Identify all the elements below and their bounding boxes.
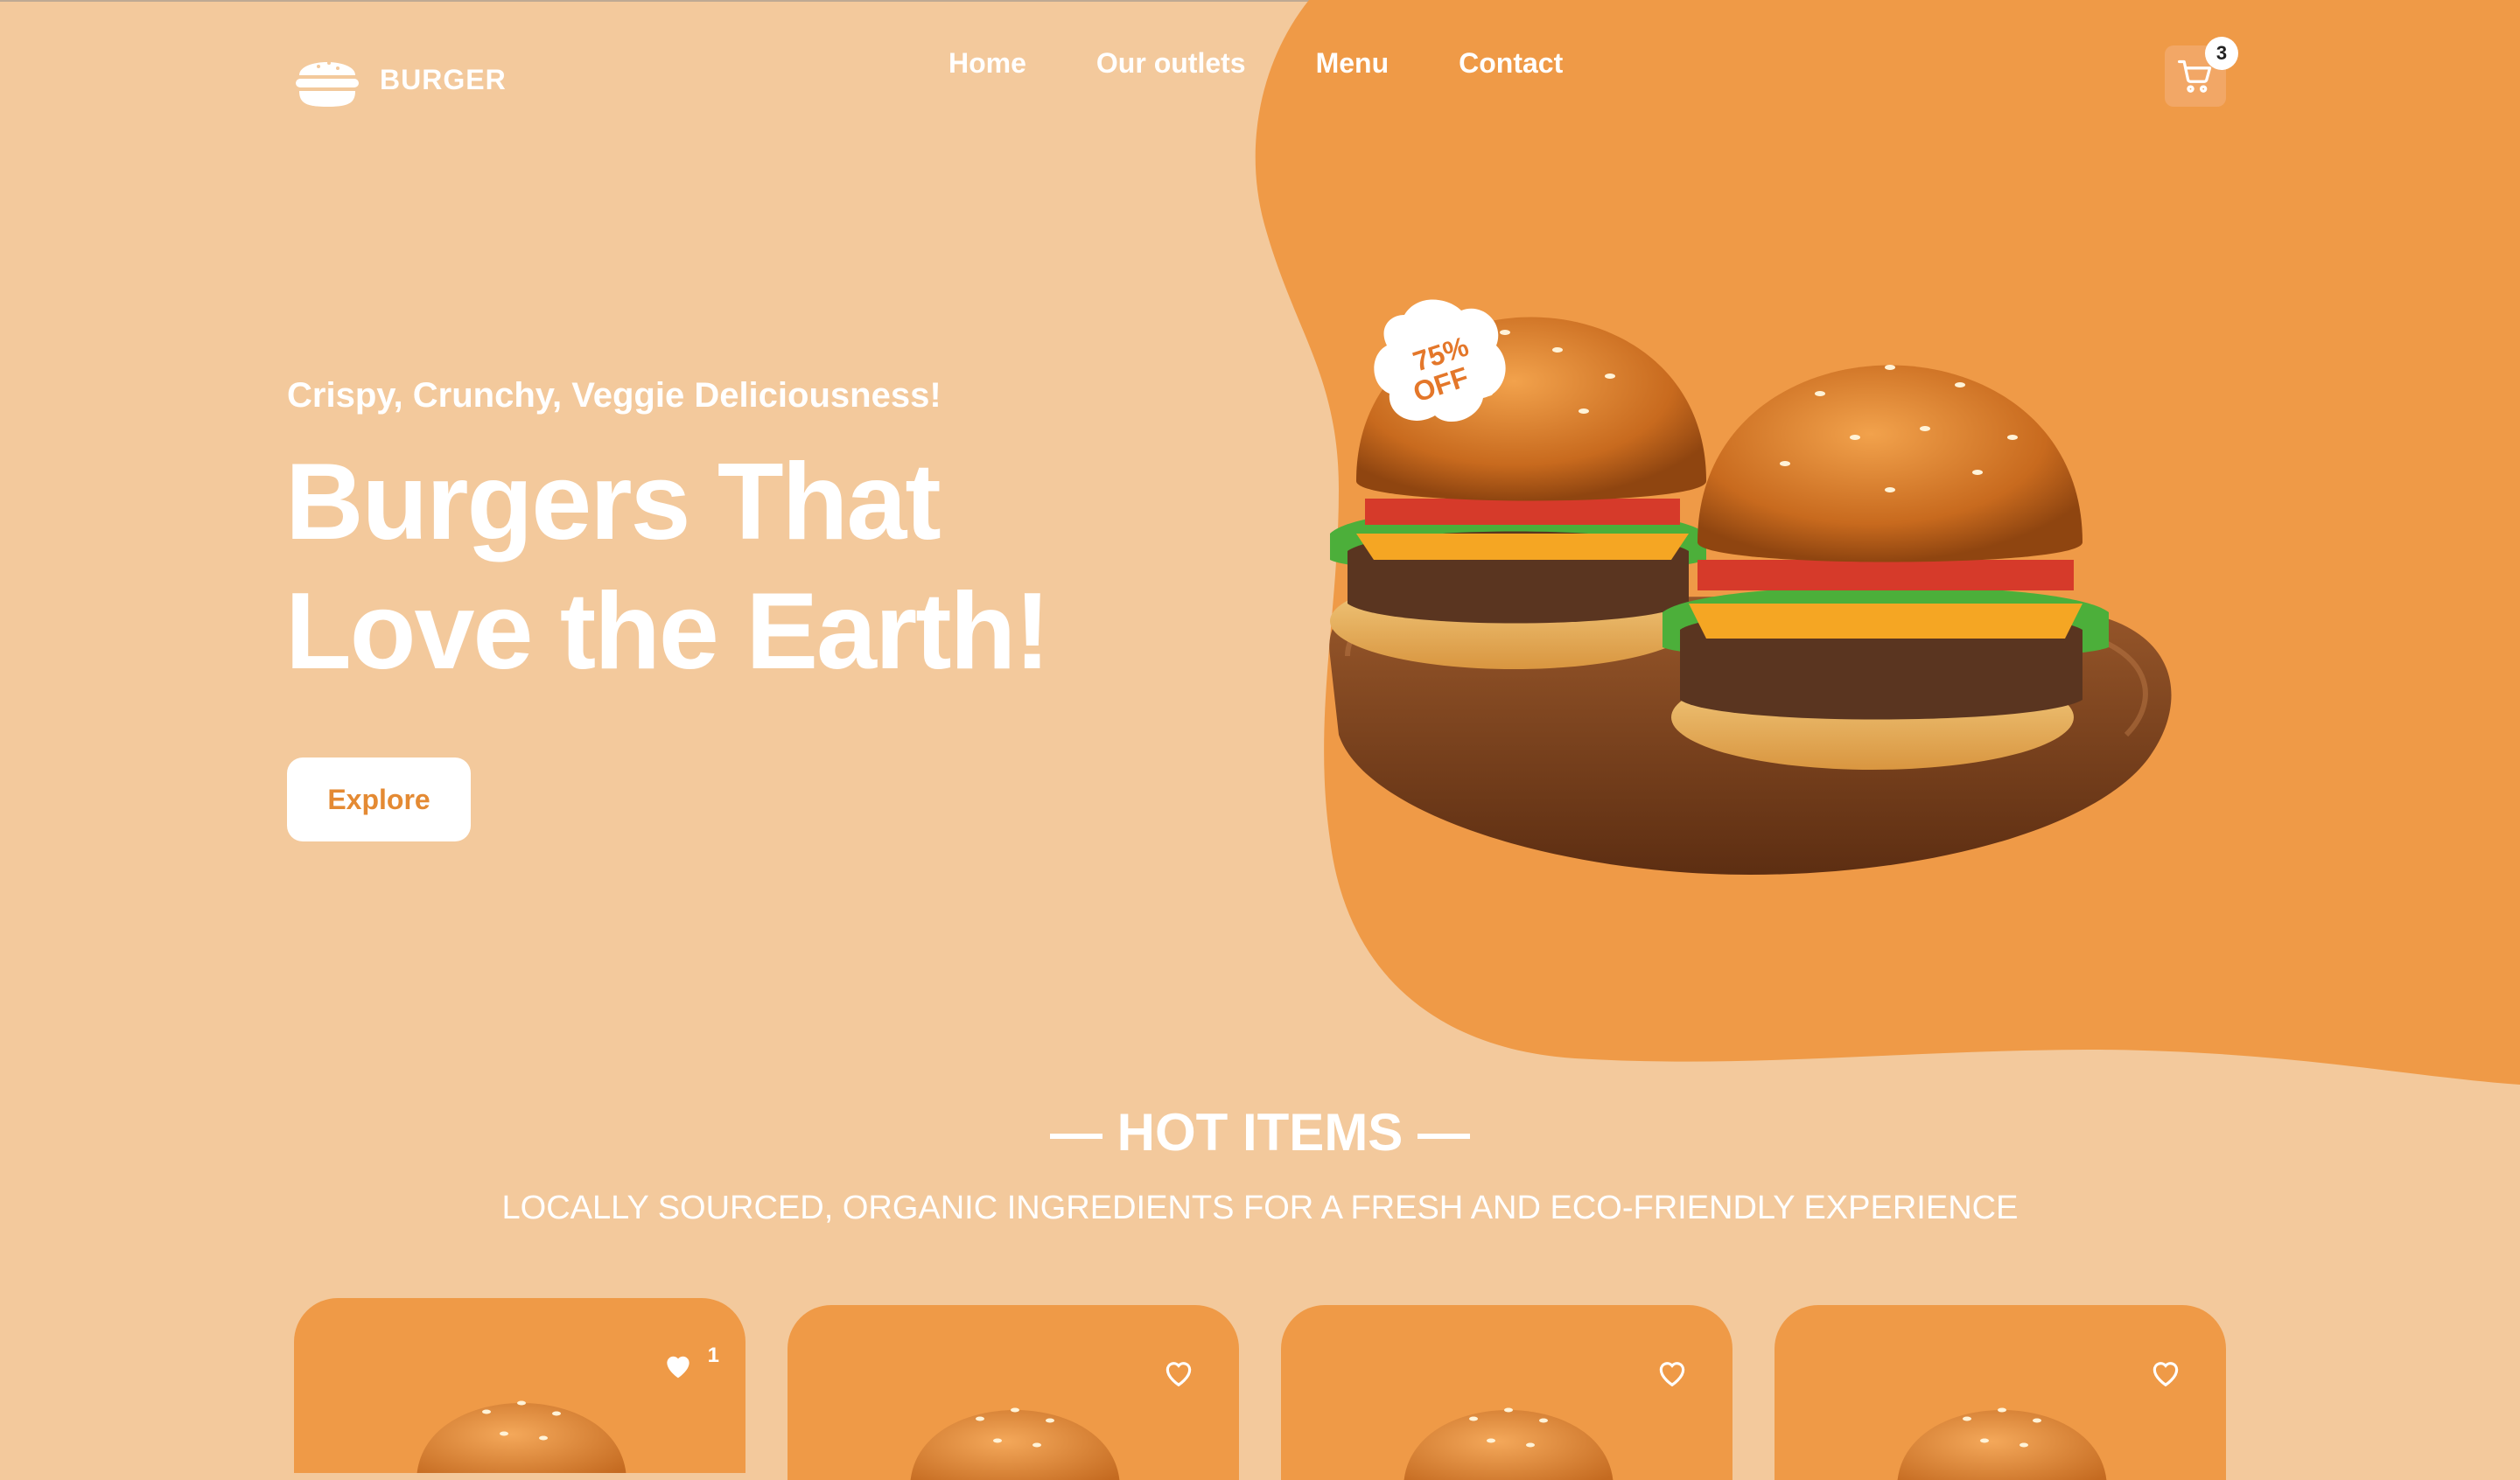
product-card[interactable] bbox=[1281, 1305, 1732, 1480]
main-nav: Home Our outlets Menu Contact bbox=[948, 47, 1633, 80]
heart-outline-icon[interactable] bbox=[1162, 1356, 1195, 1389]
hero-tagline: Crispy, Crunchy, Veggie Deliciousness! bbox=[287, 376, 942, 415]
hero-burgers-image: 75% OFF bbox=[1329, 299, 2172, 875]
hero-headline-line-2: Love the Earth! bbox=[285, 571, 1051, 692]
heart-outline-icon[interactable] bbox=[2149, 1356, 2182, 1389]
product-card[interactable]: 1 bbox=[294, 1298, 746, 1473]
product-image bbox=[1404, 1407, 1614, 1480]
brand-logo[interactable]: BURGER bbox=[292, 49, 507, 110]
nav-contact[interactable]: Contact bbox=[1459, 47, 1563, 80]
like-count: 1 bbox=[707, 1344, 719, 1367]
nav-home[interactable]: Home bbox=[948, 47, 1026, 80]
heart-outline-icon[interactable] bbox=[1656, 1356, 1689, 1389]
product-card[interactable] bbox=[1774, 1305, 2226, 1480]
hero-headline: Burgers That Love the Earth! bbox=[285, 437, 1051, 696]
cart-button[interactable]: 3 bbox=[2165, 37, 2238, 107]
heart-filled-icon[interactable] bbox=[662, 1349, 695, 1382]
cart-count-badge: 3 bbox=[2205, 37, 2238, 70]
section-title-hot-items: — HOT ITEMS — bbox=[1050, 1103, 1470, 1162]
brand-name: BURGER bbox=[380, 63, 507, 95]
explore-button[interactable]: Explore bbox=[287, 757, 471, 841]
product-image bbox=[1897, 1407, 2107, 1480]
burger-logo-icon bbox=[296, 61, 359, 107]
hero-headline-line-1: Burgers That bbox=[285, 442, 942, 562]
nav-our-outlets[interactable]: Our outlets bbox=[1096, 47, 1246, 80]
section-subtitle: LOCALLY SOURCED, ORGANIC INGREDIENTS FOR… bbox=[501, 1190, 2019, 1226]
nav-menu[interactable]: Menu bbox=[1316, 47, 1390, 80]
product-card[interactable] bbox=[788, 1305, 1239, 1480]
product-image bbox=[416, 1400, 626, 1473]
product-image bbox=[910, 1407, 1120, 1480]
